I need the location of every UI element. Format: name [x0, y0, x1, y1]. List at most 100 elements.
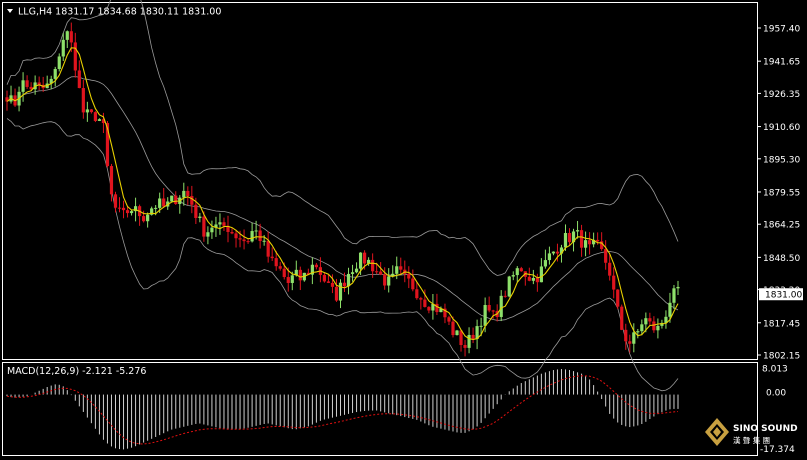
- logo-subtext: 漢 聲 集 團: [733, 435, 770, 445]
- candle-body: [640, 324, 644, 332]
- candle-body: [242, 239, 246, 242]
- candle-body: [511, 275, 515, 277]
- price-marker: 1831.00: [759, 288, 803, 301]
- price-tick-label: 1864.25: [763, 221, 800, 231]
- candle-body: [270, 256, 274, 259]
- candle-body: [583, 240, 588, 248]
- candle-body: [427, 306, 431, 311]
- candle-body: [218, 222, 222, 225]
- candle-body: [238, 238, 242, 240]
- candle-body: [415, 289, 419, 299]
- macd-tick-top: 8.013: [762, 365, 788, 375]
- price-tick-label: 1941.65: [763, 58, 800, 68]
- candle-body: [262, 240, 266, 242]
- candle-body: [354, 268, 359, 273]
- macd-label: MACD(12,26,9) -2.121 -5.276: [7, 366, 146, 377]
- chart-background: [0, 0, 807, 460]
- candle-body: [579, 230, 584, 248]
- candle-body: [419, 298, 423, 300]
- price-tick-label: 1910.60: [763, 123, 800, 133]
- candle-body: [387, 276, 391, 286]
- candle-body: [322, 274, 327, 282]
- candle-body: [636, 331, 640, 333]
- candle-body: [342, 282, 347, 287]
- candle-body: [162, 198, 166, 207]
- candle-body: [334, 286, 339, 301]
- candle-body: [451, 321, 455, 336]
- candle-body: [330, 282, 335, 287]
- candle-body: [379, 271, 383, 275]
- candle-body: [234, 233, 238, 239]
- candle-body: [499, 295, 503, 317]
- candle-body: [154, 207, 158, 209]
- candle-body: [608, 262, 612, 276]
- candle-body: [515, 268, 519, 276]
- candle-body: [109, 166, 114, 195]
- candle-body: [250, 231, 254, 242]
- candle-body: [186, 190, 190, 197]
- candle-body: [258, 230, 262, 242]
- last-price-label: 1831.00: [765, 291, 802, 301]
- candle-body: [117, 207, 122, 209]
- candle-body: [672, 288, 676, 303]
- candle-body: [624, 329, 628, 342]
- candle-body: [656, 325, 660, 331]
- candle-body: [632, 332, 636, 344]
- candle-body: [113, 194, 118, 208]
- candle-body: [350, 272, 355, 274]
- candle-body: [547, 253, 552, 261]
- candle-body: [274, 258, 278, 267]
- candle-body: [53, 69, 57, 79]
- candle-body: [210, 227, 214, 233]
- price-tick-label: 1802.15: [763, 352, 800, 362]
- candle-body: [563, 233, 568, 248]
- candle-body: [399, 266, 403, 270]
- candle-body: [338, 282, 343, 301]
- candle-body: [129, 211, 134, 214]
- candle-body: [652, 321, 656, 331]
- candle-body: [362, 252, 367, 264]
- candle-body: [447, 317, 451, 322]
- candle-body: [25, 80, 29, 87]
- price-tick-label: 1957.40: [763, 25, 800, 35]
- candle-body: [182, 190, 186, 198]
- candle-body: [77, 70, 81, 89]
- price-tick-label: 1895.30: [763, 155, 800, 165]
- candle-body: [463, 344, 467, 348]
- candle-body: [503, 295, 507, 297]
- candle-body: [479, 325, 483, 327]
- candle-body: [254, 230, 258, 232]
- candle-body: [326, 281, 331, 283]
- candle-body: [314, 264, 318, 268]
- logo-text: SINO SOUND: [733, 424, 798, 434]
- candle-body: [61, 39, 65, 57]
- symbol-quote-line: LLG,H4 1831.17 1834.68 1830.11 1831.00: [18, 7, 221, 18]
- candle-body: [282, 268, 286, 278]
- candle-body: [121, 207, 126, 211]
- candle-body: [395, 266, 399, 274]
- candle-body: [407, 273, 411, 279]
- candle-body: [358, 252, 363, 269]
- candle-body: [142, 216, 146, 222]
- candle-body: [648, 318, 652, 322]
- candle-body: [471, 334, 475, 339]
- sino-sound-logo: SINO SOUND 漢 聲 集 團: [705, 418, 798, 446]
- candle-body: [531, 278, 535, 281]
- candle-body: [375, 271, 379, 273]
- candle-body: [97, 119, 102, 121]
- price-tick-label: 1879.55: [763, 188, 800, 198]
- candle-body: [230, 231, 234, 234]
- candle-body: [69, 31, 73, 43]
- candle-body: [93, 112, 98, 121]
- candle-body: [198, 216, 202, 218]
- candle-body: [278, 266, 282, 269]
- candle-body: [21, 80, 25, 92]
- candle-body: [587, 240, 592, 245]
- candle-body: [612, 275, 616, 290]
- candle-body: [467, 334, 471, 348]
- candle-body: [194, 204, 198, 218]
- candle-body: [190, 196, 194, 205]
- candle-body: [519, 268, 523, 272]
- candle-body: [668, 302, 672, 317]
- candle-body: [65, 31, 69, 40]
